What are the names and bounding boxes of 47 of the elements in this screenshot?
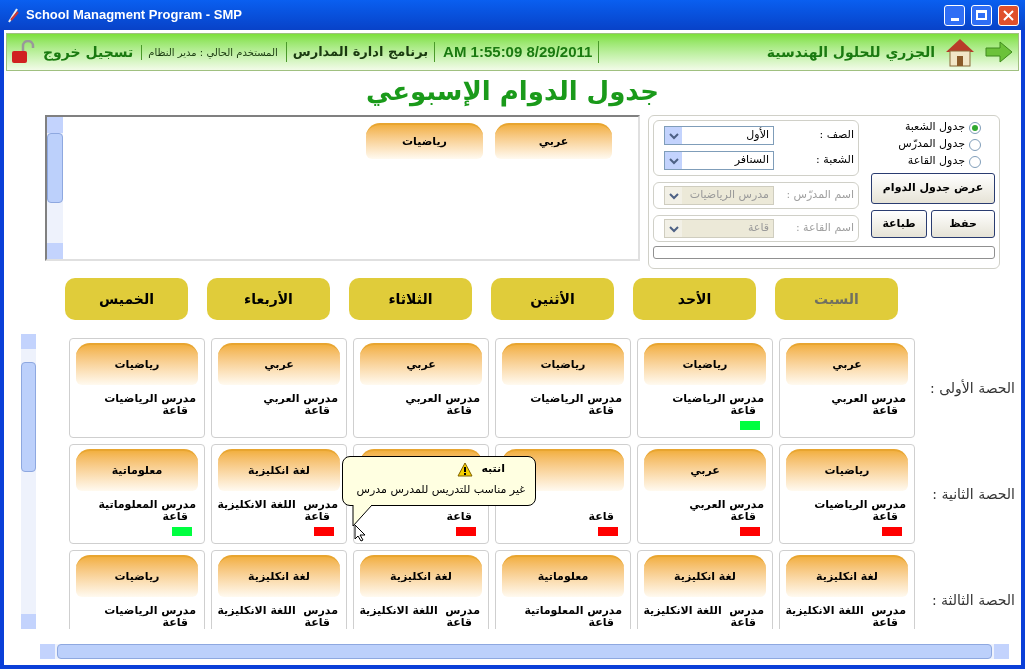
room-name: قاعة [304, 405, 330, 417]
date-time: AM 1:55:09 8/29/2011 [443, 40, 600, 64]
room-name: قاعة [730, 511, 756, 523]
room-name: قاعة [446, 511, 473, 523]
room-name: قاعة [588, 511, 615, 523]
room-name: قاعة [872, 511, 898, 523]
field-label: الصف : [818, 127, 854, 144]
teacher-name: مدرس العربي [263, 393, 338, 405]
room-name: قاعة [446, 405, 472, 417]
field-label: اسم القاعة : [794, 220, 854, 237]
room-name: قاعة [304, 617, 330, 629]
window-title: School Managment Program - SMP [26, 6, 243, 25]
room-name: قاعة [162, 511, 188, 523]
teacher-name: مدرس الرياضيات [104, 393, 196, 405]
teacher-name: مدرس الرياضيات [814, 499, 906, 511]
teacher-name: مدرس العربي [405, 393, 480, 405]
teacher-name: مدرس اللغة الانكليزية [643, 605, 764, 617]
teacher-name: مدرس الرياضيات [104, 605, 196, 617]
teacher-name: مدرس العربي [831, 393, 906, 405]
current-user: المستخدم الحالي : مدير النظام [141, 44, 278, 60]
teacher-name: مدرس الرياضيات [530, 393, 622, 405]
teacher-name: مدرس العربي [689, 499, 764, 511]
room-name: قاعة [872, 405, 898, 417]
room-name: قاعة [446, 617, 472, 629]
period-label: الحصة الثانية : [931, 484, 1016, 504]
room-name: قاعة [588, 405, 614, 417]
teacher-name: مدرس اللغة الانكليزية [217, 499, 338, 511]
teacher-name: مدرس اللغة الانكليزية [785, 605, 906, 617]
program-name: برنامج ادارة المدارس [285, 42, 436, 62]
teacher-name: مدرس اللغة الانكليزية [359, 605, 480, 617]
teacher-name: مدرس الرياضيات [672, 393, 764, 405]
room-name: قاعة [304, 511, 330, 523]
period-label: الحصة الثالثة : [930, 590, 1016, 610]
room-name: قاعة [162, 405, 188, 417]
teacher-name: مدرس اللغة الانكليزية [217, 605, 338, 617]
teacher-name: مدرس المعلوماتية [98, 499, 196, 511]
field-label: اسم المدرّس : [785, 187, 854, 204]
company-name: الجزري للحلول الهندسية [766, 42, 936, 63]
room-name: قاعة [162, 617, 188, 629]
room-name: قاعة [588, 617, 614, 629]
room-name: قاعة [730, 617, 756, 629]
room-name: قاعة [730, 405, 756, 417]
period-label: الحصة الأولى : [928, 378, 1016, 399]
teacher-name: مدرس المعلوماتية [524, 605, 622, 617]
room-name: قاعة [872, 617, 898, 629]
page-title: جدول الدوام الإسبوعي [365, 74, 660, 109]
field-label: الشعبة : [815, 152, 854, 169]
